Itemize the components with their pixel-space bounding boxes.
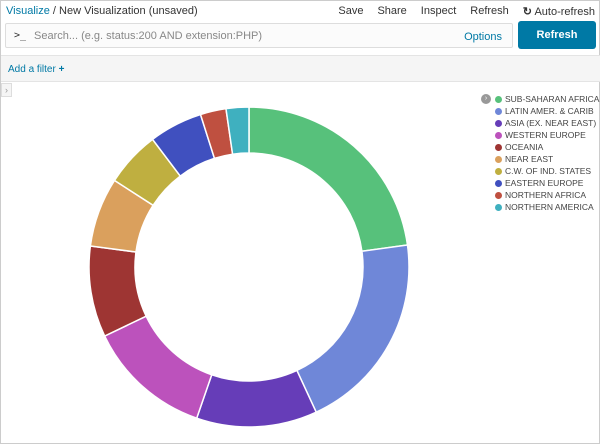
legend-dot-icon (495, 143, 502, 151)
plus-icon: + (58, 64, 65, 75)
legend-item[interactable]: SUB-SAHARAN AFRICA (495, 93, 599, 105)
auto-refresh-label: Auto-refresh (534, 6, 595, 18)
legend-dot-icon (495, 95, 502, 103)
add-filter-button[interactable]: Add a filter + (8, 64, 64, 75)
share-button[interactable]: Share (377, 5, 406, 18)
slice-sub-saharan-africa[interactable] (248, 106, 409, 253)
legend-label: C.W. OF IND. STATES (505, 166, 592, 176)
legend-dot-icon (495, 119, 502, 127)
legend-toggle-icon[interactable]: › (481, 94, 491, 104)
legend-label: EASTERN EUROPE (505, 178, 584, 188)
legend-dot-icon (495, 167, 502, 175)
breadcrumb-separator: / (52, 5, 56, 17)
breadcrumb-visualize-link[interactable]: Visualize (6, 5, 50, 17)
options-button[interactable]: Options (464, 31, 502, 43)
slice-latin-amer-carib[interactable] (295, 244, 410, 414)
breadcrumb: Visualize / New Visualization (unsaved) (6, 5, 198, 17)
auto-refresh-button[interactable]: ↻ Auto-refresh (523, 5, 595, 18)
legend-dot-icon (495, 155, 502, 163)
legend-item[interactable]: NORTHERN AFRICA (495, 189, 599, 201)
slice-asia-ex-near-east[interactable] (195, 369, 318, 428)
legend-label: ASIA (EX. NEAR EAST) (505, 118, 597, 128)
legend-item[interactable]: NEAR EAST (495, 153, 599, 165)
refresh-button[interactable]: Refresh (518, 21, 596, 49)
legend-item[interactable]: EASTERN EUROPE (495, 177, 599, 189)
refresh-icon: ↻ (522, 6, 533, 18)
top-nav: Visualize / New Visualization (unsaved) … (1, 1, 600, 21)
search-placeholder: Search... (e.g. status:200 AND extension… (34, 30, 263, 42)
slice-western-europe[interactable] (103, 315, 213, 420)
legend-label: NORTHERN AFRICA (505, 190, 587, 200)
legend-label: LATIN AMER. & CARIB (505, 106, 594, 116)
inspect-button[interactable]: Inspect (421, 5, 456, 18)
chart-legend: › SUB-SAHARAN AFRICA LATIN AMER. & CARIB A… (481, 93, 599, 213)
save-button[interactable]: Save (338, 5, 363, 18)
legend-dot-icon (495, 107, 502, 115)
legend-label: OCEANIA (505, 142, 544, 152)
legend-item[interactable]: LATIN AMER. & CARIB (495, 105, 599, 117)
legend-dot-icon (495, 203, 502, 211)
query-prompt-icon: >_ (14, 30, 27, 41)
legend-item[interactable]: C.W. OF IND. STATES (495, 165, 599, 177)
refresh-menu-button[interactable]: Refresh (470, 5, 509, 18)
legend-item[interactable]: OCEANIA (495, 141, 599, 153)
legend-list: SUB-SAHARAN AFRICA LATIN AMER. & CARIB ASI… (495, 93, 599, 213)
donut-chart (88, 106, 410, 428)
legend-item[interactable]: NORTHERN AMERICA (495, 201, 599, 213)
search-input[interactable]: >_ Search... (e.g. status:200 AND extens… (5, 23, 513, 48)
legend-dot-icon (495, 191, 502, 199)
legend-item[interactable]: WESTERN EUROPE (495, 129, 599, 141)
breadcrumb-current: New Visualization (unsaved) (59, 5, 198, 17)
add-filter-label: Add a filter (8, 64, 56, 75)
legend-dot-icon (495, 179, 502, 187)
top-menu: Save Share Inspect Refresh ↻ Auto-refres… (338, 5, 595, 18)
legend-dot-icon (495, 131, 502, 139)
filter-bar: Add a filter + (1, 55, 600, 82)
legend-label: NEAR EAST (505, 154, 554, 164)
legend-item[interactable]: ASIA (EX. NEAR EAST) (495, 117, 599, 129)
legend-label: SUB-SAHARAN AFRICA (505, 94, 600, 104)
legend-label: WESTERN EUROPE (505, 130, 586, 140)
legend-label: NORTHERN AMERICA (505, 202, 594, 212)
